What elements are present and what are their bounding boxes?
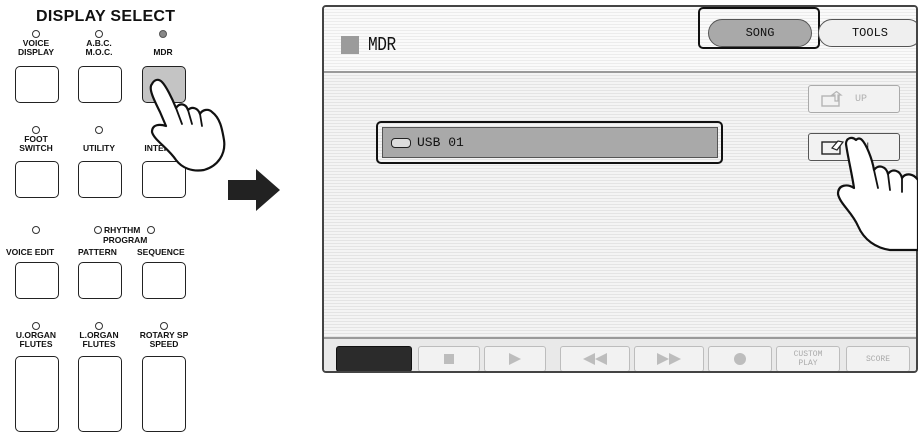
program-label: PROGRAM xyxy=(103,235,148,245)
abc-moc-button[interactable] xyxy=(78,66,122,103)
list-item-label: USB 01 xyxy=(417,135,464,150)
custom-play-label: CUSTOM PLAY xyxy=(793,350,823,368)
pattern-button[interactable] xyxy=(78,262,122,299)
pointing-hand-icon xyxy=(149,78,226,172)
utility-label-group: UTILITY xyxy=(75,126,123,153)
tab-tools[interactable]: TOOLS xyxy=(818,19,916,47)
tab-song-label: SONG xyxy=(745,26,775,40)
voice-display-label-group: VOICE DISPLAY xyxy=(12,30,60,57)
abc-moc-led xyxy=(95,30,103,38)
voice-display-label: VOICE DISPLAY xyxy=(17,38,55,57)
fast-forward-button[interactable] xyxy=(634,346,704,371)
usb-drive-icon xyxy=(391,137,411,148)
record-icon xyxy=(734,353,746,365)
rotary-sp-speed-led xyxy=(160,322,168,330)
score-label: SCORE xyxy=(865,354,890,364)
rhythm-label: RHYTHM xyxy=(104,225,141,235)
l-organ-flutes-button[interactable] xyxy=(78,356,122,432)
pattern-label: PATTERN xyxy=(78,247,117,257)
voice-edit-button[interactable] xyxy=(15,262,59,299)
abc-moc-label-group: A.B.C. M.O.C. xyxy=(75,30,123,57)
u-organ-flutes-label-group: U.ORGAN FLUTES xyxy=(12,322,60,349)
voice-edit-led xyxy=(32,226,40,234)
arrow-right-icon xyxy=(228,169,280,211)
l-organ-flutes-led xyxy=(95,322,103,330)
utility-button[interactable] xyxy=(78,161,122,198)
mdr-label: MDR xyxy=(153,47,173,57)
voice-display-button[interactable] xyxy=(15,66,59,103)
folder-up-icon xyxy=(821,91,843,107)
utility-led xyxy=(95,126,103,134)
pointing-hand-icon xyxy=(836,136,918,252)
voice-edit-label: VOICE EDIT xyxy=(6,247,55,257)
foot-switch-button[interactable] xyxy=(15,161,59,198)
up-button[interactable]: UP xyxy=(808,85,900,113)
list-item[interactable]: USB 01 xyxy=(382,127,718,158)
rewind-icon xyxy=(583,353,607,365)
rewind-button[interactable] xyxy=(560,346,630,371)
foot-switch-led xyxy=(32,126,40,134)
l-organ-flutes-label-group: L.ORGAN FLUTES xyxy=(75,322,123,349)
stop-icon xyxy=(444,354,454,364)
foot-switch-label: FOOT SWITCH xyxy=(19,134,53,153)
foot-switch-label-group: FOOT SWITCH xyxy=(12,126,60,153)
tab-tools-label: TOOLS xyxy=(851,26,888,40)
mdr-screen: MDR SONG TOOLS UP IN USB 01 xyxy=(322,5,918,373)
score-button[interactable]: SCORE xyxy=(846,346,910,371)
u-organ-flutes-button[interactable] xyxy=(15,356,59,432)
display-select-title: DISPLAY SELECT xyxy=(36,8,176,25)
fast-forward-icon xyxy=(657,353,681,365)
transport-dark-button[interactable] xyxy=(336,346,412,371)
transport-bar: CUSTOM PLAY SCORE xyxy=(324,337,916,371)
screen-title: MDR xyxy=(368,34,396,56)
title-square-icon xyxy=(341,36,359,54)
voice-display-led xyxy=(32,30,40,38)
mdr-label-group: MDR xyxy=(139,30,187,57)
rotary-sp-speed-label: ROTARY SP SPEED xyxy=(139,330,189,349)
abc-moc-label: A.B.C. M.O.C. xyxy=(85,38,113,57)
stop-button[interactable] xyxy=(418,346,480,371)
utility-label: UTILITY xyxy=(82,143,116,153)
play-icon xyxy=(509,353,521,365)
tab-song[interactable]: SONG xyxy=(708,19,812,47)
play-button[interactable] xyxy=(484,346,546,371)
pattern-led xyxy=(94,226,102,234)
custom-play-button[interactable]: CUSTOM PLAY xyxy=(776,346,840,371)
u-organ-flutes-label: U.ORGAN FLUTES xyxy=(15,330,57,349)
rotary-sp-speed-label-group: ROTARY SP SPEED xyxy=(134,322,194,349)
mdr-led xyxy=(159,30,167,38)
rotary-sp-speed-button[interactable] xyxy=(142,356,186,432)
u-organ-flutes-led xyxy=(32,322,40,330)
record-button[interactable] xyxy=(708,346,772,371)
sequence-button[interactable] xyxy=(142,262,186,299)
l-organ-flutes-label: L.ORGAN FLUTES xyxy=(79,330,119,349)
up-button-label: UP xyxy=(855,93,868,105)
sequence-label: SEQUENCE xyxy=(137,247,185,257)
sequence-led xyxy=(147,226,155,234)
